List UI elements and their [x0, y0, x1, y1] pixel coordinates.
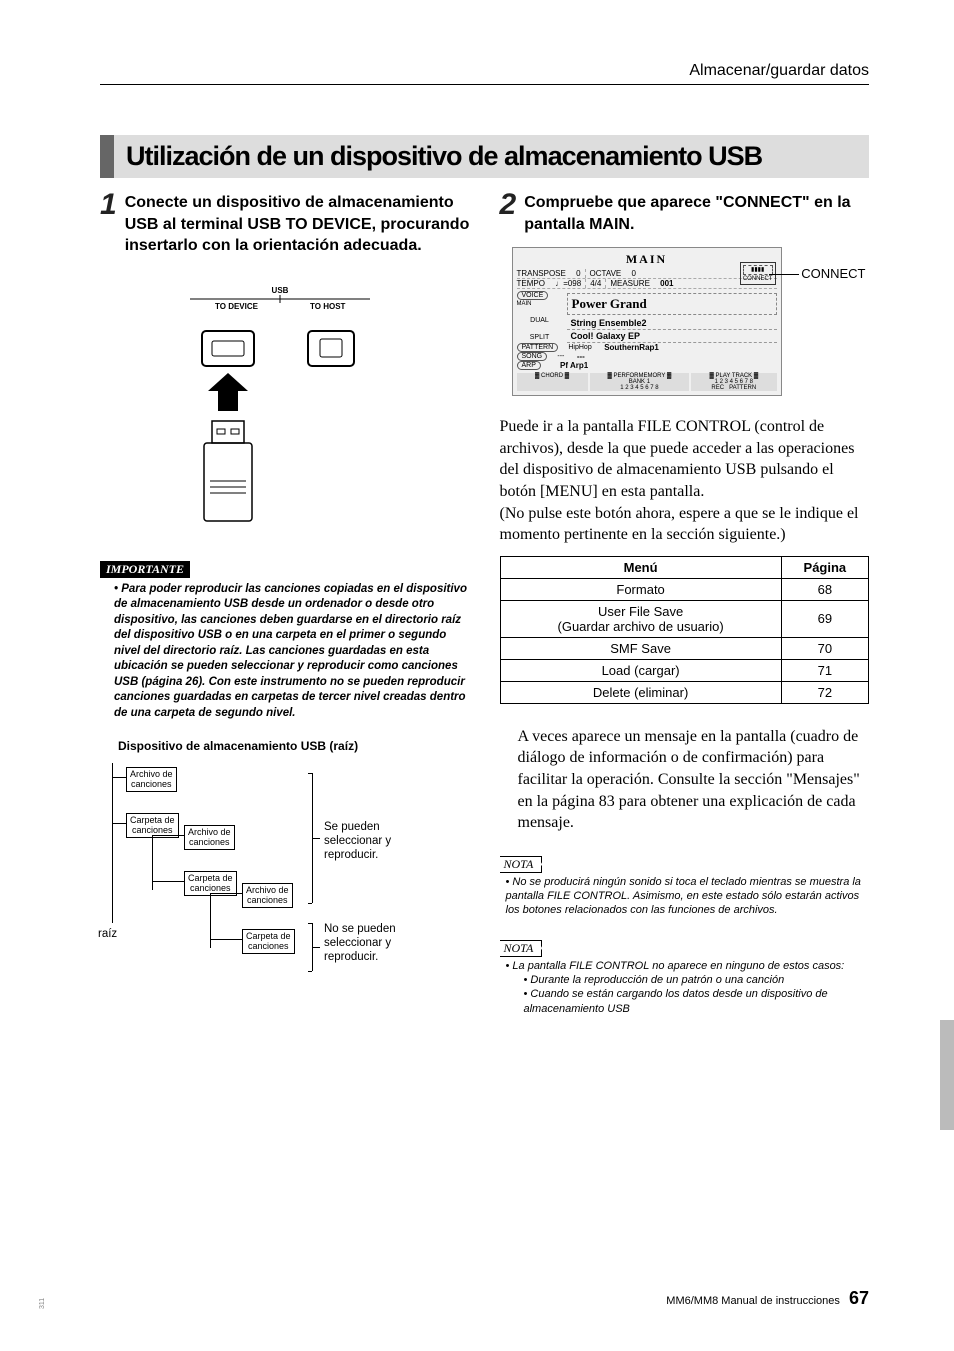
header-section: Almacenar/guardar datos: [689, 62, 869, 80]
can-select-label: Se pueden seleccionar y reproducir.: [324, 821, 424, 862]
side-tab: [940, 1020, 954, 1130]
nota-2-label: NOTA: [500, 940, 543, 957]
right-column: 2 Compruebe que aparece "CONNECT" en la …: [500, 190, 870, 1016]
menu-table: MenúPágina Formato68 User File Save (Gua…: [500, 556, 870, 704]
table-row: SMF Save70: [500, 637, 869, 659]
usb-diagram: USB TO DEVICE TO HOST: [160, 281, 400, 526]
header-rule: [100, 84, 869, 85]
usb-label: USB: [272, 286, 289, 295]
lcd-title: MAIN: [517, 252, 777, 267]
nota-1-text: • No se producirá ningún sonido si toca …: [500, 873, 870, 918]
paragraph-2: (No pulse este botón ahora, espere a que…: [500, 503, 870, 546]
to-device-label: TO DEVICE: [215, 302, 259, 311]
tree-heading: Dispositivo de almacenamiento USB (raíz): [118, 739, 470, 753]
step-1-text: Conecte un dispositivo de almacenamiento…: [125, 190, 470, 257]
step-2-number: 2: [500, 190, 517, 235]
lcd-screenshot: MAIN ▮▮▮▮ CONNECT TRANSPOSE 0 OCTAVE 0 T…: [512, 247, 782, 396]
cannot-select-label: No se pueden seleccionar y reproducir.: [324, 923, 424, 964]
connect-callout: CONNECT: [801, 266, 865, 281]
table-header-page: Página: [781, 556, 868, 578]
folder-tree: raíz Archivo de canciones Carpeta de can…: [100, 763, 470, 1013]
table-row: Load (cargar)71: [500, 659, 869, 681]
importante-text: • Para poder reproducir las canciones co…: [100, 578, 470, 722]
to-host-label: TO HOST: [310, 302, 346, 311]
page-title: Utilización de un dispositivo de almacen…: [126, 141, 857, 172]
step-1-number: 1: [100, 190, 117, 257]
root-label: raíz: [98, 928, 117, 942]
footer: MM6/MM8 Manual de instrucciones 67: [666, 1288, 869, 1309]
footer-page: 67: [849, 1288, 869, 1308]
page: Almacenar/guardar datos Utilización de u…: [0, 0, 954, 1351]
callout-paragraph: A veces aparece un mensaje en la pantall…: [518, 726, 862, 834]
nota-1-label: NOTA: [500, 856, 543, 873]
table-header-menu: Menú: [500, 556, 781, 578]
side-code: 311: [39, 1298, 46, 1309]
songfolder-box-3: Carpeta de canciones: [242, 929, 295, 954]
table-row: Formato68: [500, 578, 869, 600]
paragraph-1: Puede ir a la pantalla FILE CONTROL (con…: [500, 416, 870, 502]
left-column: 1 Conecte un dispositivo de almacenamien…: [100, 190, 470, 1016]
songfile-box-2: Archivo de canciones: [184, 825, 235, 850]
title-block: Utilización de un dispositivo de almacen…: [100, 135, 869, 178]
importante-label: IMPORTANTE: [100, 561, 190, 578]
step-2-text: Compruebe que aparece "CONNECT" en la pa…: [524, 190, 869, 235]
songfile-box: Archivo de canciones: [126, 767, 177, 792]
footer-doc: MM6/MM8 Manual de instrucciones: [666, 1295, 840, 1307]
table-row: Delete (eliminar)72: [500, 681, 869, 703]
songfile-box-3: Archivo de canciones: [242, 883, 293, 908]
nota-2-text: • La pantalla FILE CONTROL no aparece en…: [500, 957, 870, 1016]
table-row: User File Save (Guardar archivo de usuar…: [500, 600, 869, 637]
